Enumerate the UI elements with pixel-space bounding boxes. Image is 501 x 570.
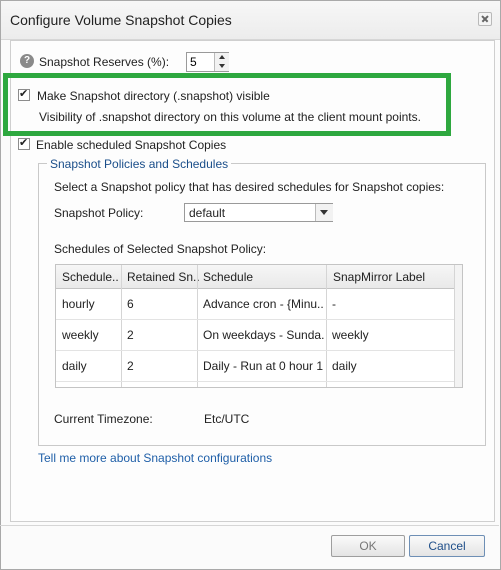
visible-dir-description: Visibility of .snapshot directory on thi… [39, 110, 421, 124]
table-cell: weekly [332, 328, 369, 342]
timezone-value: Etc/UTC [204, 412, 250, 426]
table-row[interactable]: daily 2 Daily - Run at 0 hour 1... daily [56, 351, 462, 382]
table-header: Schedule... Retained Sn... Schedule Snap… [56, 265, 462, 289]
chevron-down-icon[interactable] [315, 204, 333, 221]
ok-button[interactable]: OK [331, 535, 405, 557]
spin-down-icon[interactable] [214, 62, 229, 71]
snapshot-reserves-input[interactable] [190, 55, 212, 69]
table-cell: weekly [62, 328, 99, 342]
policy-select[interactable]: default [184, 203, 333, 222]
enable-scheduled-checkbox[interactable] [18, 136, 30, 150]
highlight-box [3, 73, 451, 136]
table-cell: On weekdays - Sunda... [203, 328, 324, 342]
close-icon[interactable] [478, 12, 492, 26]
policy-instruction: Select a Snapshot policy that has desire… [54, 180, 445, 194]
table-cell: daily [62, 359, 87, 373]
table-scrollbar[interactable] [454, 265, 462, 387]
schedules-label: Schedules of Selected Snapshot Policy: [54, 242, 267, 256]
table-cell: Daily - Run at 0 hour 1... [203, 359, 324, 373]
dialog-title: Configure Volume Snapshot Copies [10, 12, 232, 28]
visible-dir-label: Make Snapshot directory (.snapshot) visi… [37, 89, 270, 103]
timezone-label: Current Timezone: [54, 412, 153, 426]
footer-divider [0, 525, 499, 526]
table-cell: daily [332, 359, 357, 373]
enable-scheduled-label: Enable scheduled Snapshot Copies [36, 138, 227, 152]
table-cell: 6 [127, 297, 134, 311]
table-cell: Advance cron - {Minu... [203, 297, 324, 311]
table-row[interactable]: weekly 2 On weekdays - Sunda... weekly [56, 320, 462, 351]
policies-legend: Snapshot Policies and Schedules [47, 157, 232, 171]
table-cell: - [332, 297, 336, 311]
table-cell: hourly [62, 297, 95, 311]
snapshot-help-link[interactable]: Tell me more about Snapshot configuratio… [38, 451, 272, 465]
cancel-button[interactable]: Cancel [409, 535, 485, 557]
table-row[interactable]: hourly 6 Advance cron - {Minu... - [56, 289, 462, 320]
snapshot-reserves-label: Snapshot Reserves (%): [39, 55, 170, 69]
table-cell: 2 [127, 328, 134, 342]
snapshot-reserves-stepper[interactable] [186, 52, 229, 72]
question-icon[interactable]: ? [20, 54, 34, 68]
column-header[interactable]: SnapMirror Label [333, 270, 451, 284]
schedules-table: Schedule... Retained Sn... Schedule Snap… [55, 264, 463, 388]
column-header[interactable]: Schedule [203, 270, 325, 284]
title-bar: Configure Volume Snapshot Copies [1, 1, 500, 40]
column-header[interactable]: Retained Sn... [127, 270, 199, 284]
policy-label: Snapshot Policy: [54, 206, 144, 220]
column-header[interactable]: Schedule... [62, 270, 118, 284]
visible-dir-checkbox[interactable] [18, 87, 30, 101]
policy-select-value: default [189, 206, 226, 220]
table-cell: 2 [127, 359, 134, 373]
